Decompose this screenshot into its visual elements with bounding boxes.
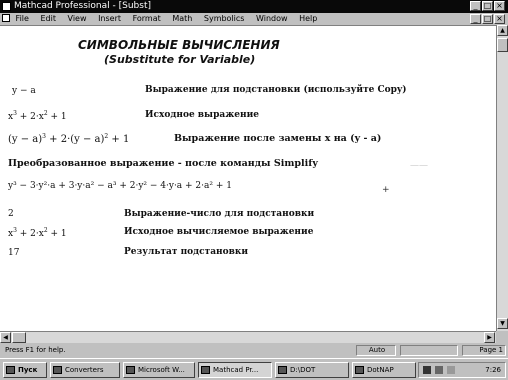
scroll-up-arrow-icon[interactable]: ▲ [497, 25, 508, 36]
doc-minimize-button[interactable]: _ [470, 14, 481, 24]
document-icon[interactable] [2, 14, 10, 22]
vertical-scrollbar[interactable]: ▲ ▼ [496, 25, 508, 331]
horizontal-scroll-thumb[interactable] [12, 332, 26, 343]
menu-edit[interactable]: Edit [40, 14, 56, 23]
scroll-down-arrow-icon[interactable]: ▼ [497, 318, 508, 329]
region-substitution-expr[interactable]: y − a [12, 86, 36, 96]
menu-help[interactable]: Help [299, 14, 317, 23]
scroll-left-arrow-icon[interactable]: ◀ [0, 332, 11, 343]
task-button-1[interactable]: Converters [50, 362, 120, 378]
menu-file[interactable]: File [16, 14, 29, 23]
scroll-right-arrow-icon[interactable]: ▶ [484, 332, 495, 343]
text-replaced-desc[interactable]: Выражение после замены x на (y - a) [174, 133, 381, 144]
region-original-expr[interactable]: x3 + 2·x2 + 1 [8, 110, 67, 122]
menu-math[interactable]: Math [172, 14, 192, 23]
menu-window[interactable]: Window [256, 14, 288, 23]
app-icon [53, 366, 62, 374]
system-tray: 7:26 [418, 362, 506, 378]
windows-logo-icon [6, 366, 15, 374]
region-number-value[interactable]: 2 [8, 209, 14, 219]
text-original-desc[interactable]: Исходное выражение [145, 110, 259, 120]
maximize-button[interactable]: □ [482, 1, 493, 11]
task-button-4[interactable]: D:\DOT [275, 362, 349, 378]
menu-symbolics[interactable]: Symbolics [204, 14, 245, 23]
horizontal-scrollbar[interactable]: ◀ ▶ [0, 331, 496, 343]
app-icon [355, 366, 364, 374]
region-evaluated-expr[interactable]: x3 + 2·x2 + 1 [8, 227, 67, 239]
status-page: Page 1 [462, 345, 506, 356]
scroll-corner [496, 331, 508, 343]
doc-close-button[interactable]: × [494, 14, 505, 24]
keyboard-layout-icon[interactable] [423, 366, 431, 374]
text-simplify-desc[interactable]: Преобразованное выражение - после команд… [8, 158, 318, 169]
title-bar: Mathcad Professional - [Subst] _ □ × [0, 0, 508, 13]
start-button[interactable]: Пуск [3, 362, 47, 378]
folder-icon [278, 366, 287, 374]
word-icon [126, 366, 135, 374]
speaker-icon[interactable] [435, 366, 443, 374]
status-mode: Auto [356, 345, 396, 356]
vertical-scroll-thumb[interactable] [497, 38, 508, 52]
region-replaced-expr[interactable]: (y − a)3 + 2·(y − a)2 + 1 [8, 133, 129, 145]
bleed-through-text: —— [410, 161, 428, 171]
window-title: Mathcad Professional - [Subst] [14, 1, 151, 11]
heading-title: СИМВОЛЬНЫЕ ВЫЧИСЛЕНИЯ [78, 38, 280, 52]
menu-view[interactable]: View [68, 14, 87, 23]
heading-subtitle: (Substitute for Variable) [104, 53, 256, 66]
worksheet[interactable]: СИМВОЛЬНЫЕ ВЫЧИСЛЕНИЯ (Substitute for Va… [0, 25, 496, 331]
status-help-text: Press F1 for help. [5, 346, 66, 354]
tray-app-icon[interactable] [447, 366, 455, 374]
minimize-button[interactable]: _ [470, 1, 481, 11]
region-result-value[interactable]: 17 [8, 248, 19, 258]
mathcad-icon [201, 366, 210, 374]
crosshair-cursor-icon: + [382, 185, 390, 195]
mathcad-app-icon[interactable] [2, 2, 11, 11]
menu-format[interactable]: Format [133, 14, 161, 23]
region-simplified-expr[interactable]: y³ − 3·y²·a + 3·y·a² − a³ + 2·y² − 4·y·a… [8, 181, 232, 191]
task-button-2[interactable]: Microsoft W... [123, 362, 195, 378]
text-result-desc[interactable]: Результат подстановки [124, 247, 248, 257]
close-button[interactable]: × [494, 1, 505, 11]
menu-insert[interactable]: Insert [98, 14, 121, 23]
doc-restore-button[interactable]: □ [482, 14, 493, 24]
status-bar: Press F1 for help. Auto Page 1 [0, 343, 508, 358]
text-number-desc[interactable]: Выражение-число для подстановки [124, 209, 314, 219]
text-substitution-desc[interactable]: Выражение для подстановки (используйте C… [145, 85, 406, 95]
status-blank [400, 345, 458, 356]
text-evaluated-desc[interactable]: Исходное вычисляемое выражение [124, 227, 313, 237]
clock[interactable]: 7:26 [485, 366, 501, 374]
task-button-5[interactable]: DotNAP [352, 362, 416, 378]
menu-bar: File Edit View Insert Format Math Symbol… [0, 13, 508, 25]
taskbar: Пуск Converters Microsoft W... Mathcad P… [0, 358, 508, 380]
task-button-3[interactable]: Mathcad Pr... [198, 362, 272, 378]
